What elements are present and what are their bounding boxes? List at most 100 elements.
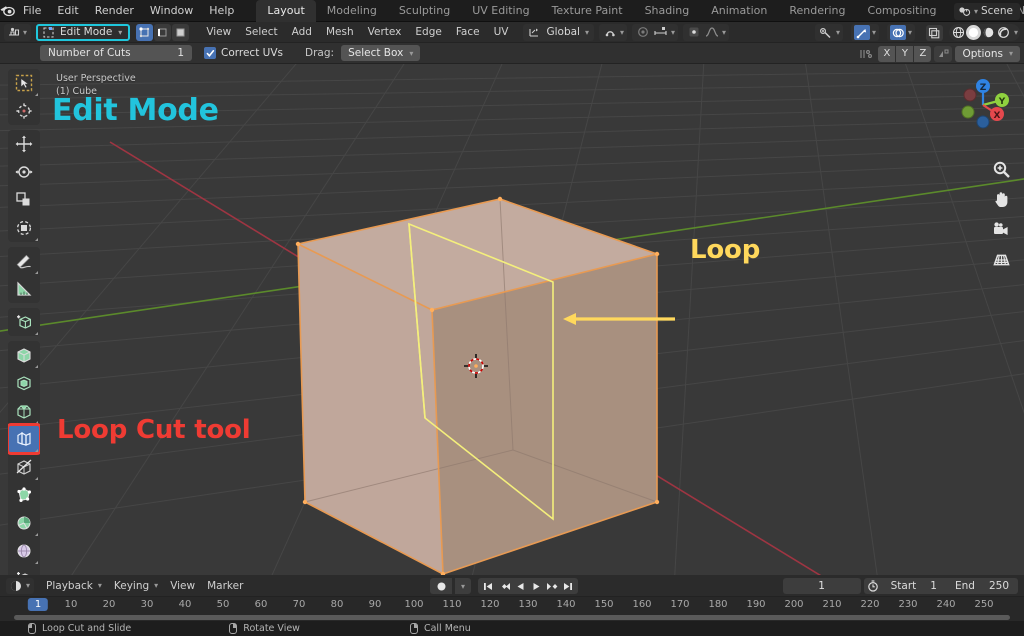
- menu-vertex[interactable]: Vertex: [361, 24, 409, 40]
- play-button[interactable]: [528, 578, 544, 594]
- proportional-chevron-down-icon[interactable]: ▾: [671, 28, 675, 37]
- inset-faces-tool[interactable]: [8, 369, 40, 397]
- timeline-scrollbar-area[interactable]: [0, 614, 1024, 621]
- zoom-view-button[interactable]: [990, 158, 1012, 180]
- timeline-editor-type-button[interactable]: ▾: [6, 578, 34, 594]
- shading-chevron-down-icon[interactable]: ▾: [1014, 28, 1018, 37]
- tab-modeling[interactable]: Modeling: [316, 0, 388, 22]
- timeline-playhead[interactable]: 1: [28, 598, 48, 611]
- interaction-mode-selector[interactable]: Edit Mode ▾: [36, 24, 130, 41]
- jump-to-end-button[interactable]: [560, 578, 576, 594]
- vertex-select-mode-button[interactable]: [136, 24, 153, 41]
- snap-chevron-down-icon[interactable]: ▾: [620, 28, 624, 37]
- smooth-tool[interactable]: [8, 537, 40, 565]
- timeline-ruler[interactable]: 1 10 20 30 40 50 60 70 80 90 100 110 120…: [0, 597, 1024, 614]
- rendered-sphere-icon[interactable]: [996, 25, 1011, 40]
- axis-z-toggle[interactable]: Z: [914, 46, 931, 62]
- camera-view-button[interactable]: [990, 218, 1012, 240]
- auto-keying-button[interactable]: [430, 578, 452, 594]
- falloff-curve-icon[interactable]: [704, 25, 720, 40]
- gizmo-icon[interactable]: [854, 25, 870, 40]
- add-cube-tool[interactable]: [8, 308, 40, 336]
- scale-tool[interactable]: [8, 186, 40, 214]
- poly-build-tool[interactable]: [8, 481, 40, 509]
- material-sphere-icon[interactable]: [981, 25, 996, 40]
- knife-tool[interactable]: [8, 453, 40, 481]
- jump-to-next-keyframe-button[interactable]: [544, 578, 560, 594]
- menu-add[interactable]: Add: [285, 24, 319, 40]
- auto-keying-chevron[interactable]: ▾: [455, 578, 471, 594]
- overlays-icon[interactable]: [890, 25, 906, 40]
- toggle-perspective-button[interactable]: [990, 248, 1012, 270]
- timeline-scrollbar[interactable]: [14, 615, 1010, 620]
- menu-uv[interactable]: UV: [487, 24, 516, 40]
- number-of-cuts-field[interactable]: Number of Cuts 1: [40, 45, 192, 61]
- wireframe-globe-icon[interactable]: [951, 25, 966, 40]
- editor-type-button[interactable]: ▾: [4, 24, 31, 41]
- menu-edge[interactable]: Edge: [408, 24, 448, 40]
- jump-to-prev-keyframe-button[interactable]: [496, 578, 512, 594]
- timeline-menu-view[interactable]: View: [164, 578, 201, 594]
- loop-cut-tool[interactable]: [8, 425, 40, 453]
- edge-select-mode-button[interactable]: [154, 24, 171, 41]
- mirror-small-icon[interactable]: [934, 46, 952, 62]
- bevel-tool[interactable]: [8, 397, 40, 425]
- eye-dropper-icon[interactable]: [818, 25, 834, 40]
- rotate-tool[interactable]: [8, 158, 40, 186]
- proportional-edit-icon[interactable]: [635, 25, 651, 40]
- cursor-tool[interactable]: [8, 97, 40, 125]
- mirror-chevron-down-icon[interactable]: ▾: [722, 28, 726, 37]
- transform-tool[interactable]: [8, 214, 40, 242]
- jump-to-start-button[interactable]: [480, 578, 496, 594]
- visibility-chevron-down-icon[interactable]: ▾: [836, 28, 840, 37]
- proportional-size-icon[interactable]: [653, 25, 669, 40]
- tab-texture-paint[interactable]: Texture Paint: [541, 0, 634, 22]
- end-frame-field[interactable]: End 250: [946, 580, 1018, 592]
- menu-edit[interactable]: Edit: [49, 2, 86, 19]
- blender-logo-icon[interactable]: [0, 4, 15, 17]
- extrude-region-tool[interactable]: [8, 341, 40, 369]
- tab-animation[interactable]: Animation: [700, 0, 778, 22]
- options-dropdown[interactable]: Options ▾: [955, 46, 1020, 62]
- measure-tool[interactable]: [8, 275, 40, 303]
- current-frame-field[interactable]: 1: [783, 578, 861, 594]
- move-tool[interactable]: [8, 130, 40, 158]
- menu-window[interactable]: Window: [142, 2, 201, 19]
- tab-compositing[interactable]: Compositing: [857, 0, 948, 22]
- mirror-icon[interactable]: [686, 25, 702, 40]
- pan-view-button[interactable]: [990, 188, 1012, 210]
- menu-help[interactable]: Help: [201, 2, 242, 19]
- scene-selector[interactable]: ▾ Scene: [954, 3, 1020, 20]
- spin-tool[interactable]: [8, 509, 40, 537]
- tab-uv-editing[interactable]: UV Editing: [461, 0, 540, 22]
- annotate-tool[interactable]: [8, 247, 40, 275]
- transform-orientation-selector[interactable]: Global ▾: [523, 24, 594, 41]
- timeline-menu-keying[interactable]: Keying ▾: [108, 578, 164, 594]
- play-reverse-button[interactable]: [512, 578, 528, 594]
- tweak-tool[interactable]: [8, 69, 40, 97]
- menu-render[interactable]: Render: [87, 2, 142, 19]
- axis-y-toggle[interactable]: Y: [896, 46, 913, 62]
- drag-dropdown[interactable]: Select Box ▾: [341, 45, 420, 61]
- menu-mesh[interactable]: Mesh: [319, 24, 361, 40]
- start-frame-field[interactable]: Start 1: [882, 580, 946, 592]
- tab-sculpting[interactable]: Sculpting: [388, 0, 461, 22]
- tab-rendering[interactable]: Rendering: [778, 0, 856, 22]
- xray-icon[interactable]: [926, 25, 943, 41]
- snap-magnet-icon[interactable]: [602, 25, 618, 40]
- edge-slide-tool[interactable]: [8, 565, 40, 575]
- tab-layout[interactable]: Layout: [256, 0, 315, 22]
- tab-shading[interactable]: Shading: [634, 0, 701, 22]
- gizmo-chevron-down-icon[interactable]: ▾: [872, 28, 876, 37]
- axis-x-toggle[interactable]: X: [878, 46, 895, 62]
- overlays-chevron-down-icon[interactable]: ▾: [908, 28, 912, 37]
- menu-select[interactable]: Select: [238, 24, 284, 40]
- timeline-menu-marker[interactable]: Marker: [201, 578, 249, 594]
- navigation-gizmo[interactable]: Z Y X: [950, 72, 1016, 142]
- timeline-menu-playback[interactable]: Playback ▾: [40, 578, 108, 594]
- menu-view[interactable]: View: [199, 24, 238, 40]
- 3d-viewport[interactable]: User Perspective (1) Cube Edit Mode Loop…: [0, 64, 1024, 575]
- correct-uvs-checkbox[interactable]: Correct UVs: [204, 47, 283, 59]
- menu-face[interactable]: Face: [449, 24, 487, 40]
- use-preview-range-button[interactable]: [864, 580, 882, 592]
